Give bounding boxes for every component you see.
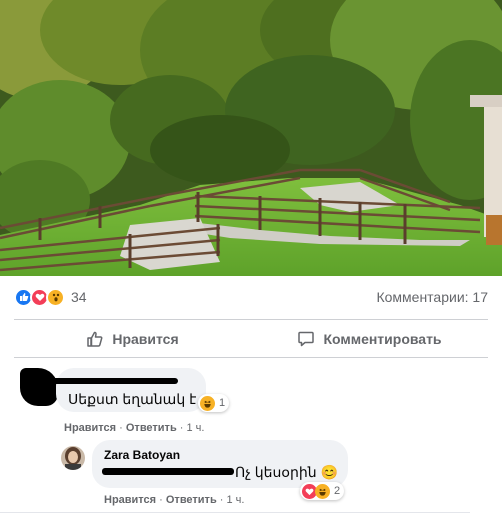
reply-bubble: Zara Batoyan Ոչ կեսօրին 😊: [92, 440, 348, 488]
smile-emoji: 😊: [320, 464, 338, 480]
divider: [14, 357, 488, 358]
reply-like-link[interactable]: Нравится: [104, 494, 156, 506]
avatar[interactable]: [61, 446, 85, 470]
haha-icon: [315, 483, 330, 499]
comment-item: Սեքստ եղանակ է 1: [12, 366, 312, 426]
divider: [14, 319, 488, 320]
comment-reply-link[interactable]: Ответить: [126, 422, 177, 434]
redacted-avatar: [20, 368, 58, 406]
reply-time[interactable]: 1 ч.: [227, 494, 245, 506]
reply-text: Ոչ կեսօրին 😊: [235, 464, 338, 480]
garden-landscape-image: [0, 0, 502, 276]
post-photo[interactable]: [0, 0, 502, 276]
like-button[interactable]: Нравится: [14, 322, 251, 356]
post-stats-bar: 34 Комментарии: 17: [14, 283, 488, 311]
comment-bubble: Սեքստ եղանակ է: [56, 368, 206, 412]
comment-meta: Нравится · Ответить · 1 ч.: [64, 422, 205, 434]
comment-time[interactable]: 1 ч.: [187, 422, 205, 434]
comment-text: Սեքստ եղանակ է: [68, 391, 197, 407]
reply-reply-link[interactable]: Ответить: [166, 494, 217, 506]
comment-button-label: Комментировать: [323, 331, 442, 347]
reply-reaction-count: 2: [334, 485, 341, 497]
redacted-mention: [102, 468, 234, 475]
comment-button[interactable]: Комментировать: [251, 322, 488, 356]
reply-reactions[interactable]: 2: [300, 482, 345, 500]
bottom-divider: [0, 512, 470, 513]
haha-icon: [200, 395, 215, 411]
like-button-label: Нравится: [112, 331, 179, 347]
redacted-author-name: [52, 378, 178, 384]
wow-icon: [46, 287, 65, 307]
comment-bubble-icon: [298, 331, 315, 347]
reply-meta: Нравится · Ответить · 1 ч.: [104, 494, 245, 506]
post-actions-bar: Нравится Комментировать: [14, 322, 488, 356]
comment-like-link[interactable]: Нравится: [64, 422, 116, 434]
reaction-count[interactable]: 34: [71, 289, 87, 305]
reactions-summary[interactable]: 34: [14, 287, 87, 307]
comments-count-link[interactable]: Комментарии: 17: [376, 289, 488, 305]
reply-author[interactable]: Zara Batoyan: [104, 448, 180, 462]
comment-reaction-count: 1: [219, 397, 226, 409]
comment-reactions[interactable]: 1: [198, 394, 230, 412]
thumbs-up-icon: [87, 331, 103, 347]
